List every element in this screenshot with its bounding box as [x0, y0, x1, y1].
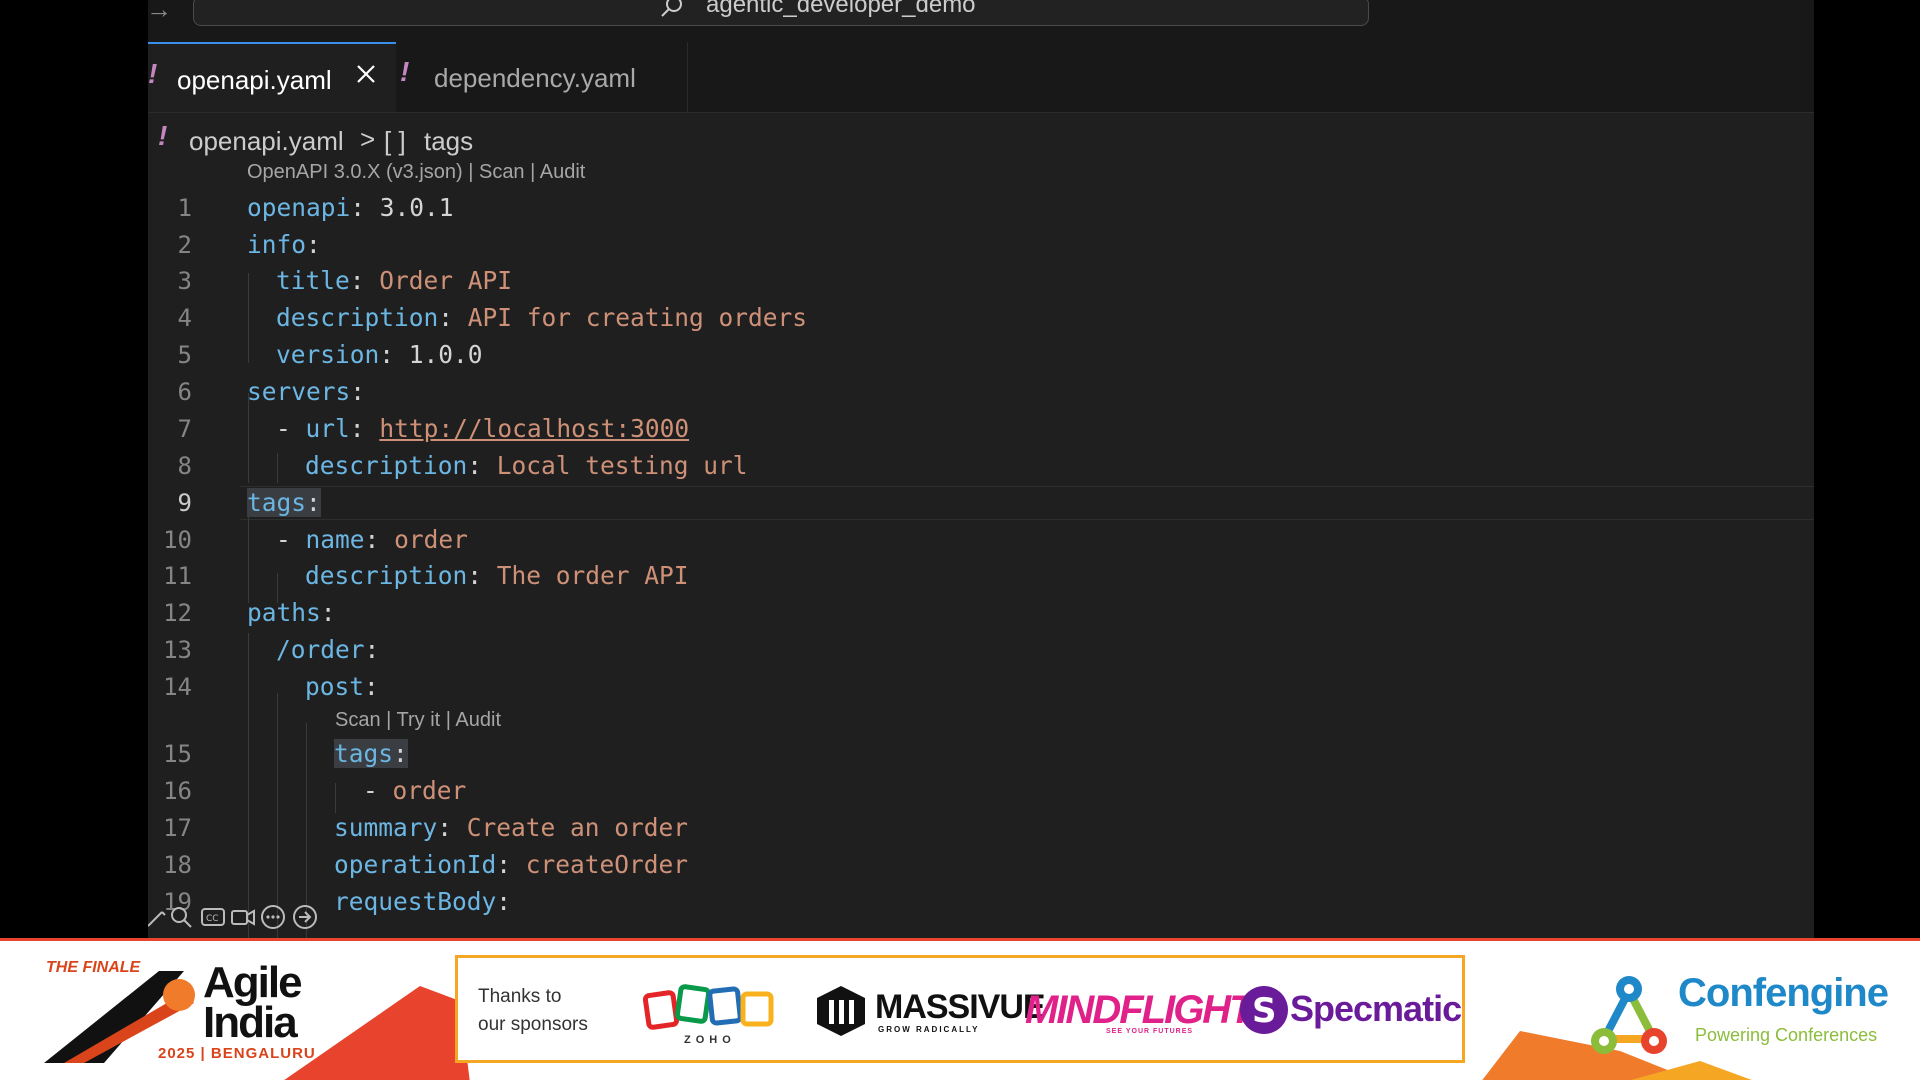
code-line: description: Local testing url: [305, 451, 748, 480]
confengine-wordmark: Confengine: [1678, 971, 1889, 1015]
event-year: 2025 | BENGALURU: [158, 1045, 316, 1062]
line-number: 17: [163, 814, 192, 842]
code-line: info:: [247, 230, 321, 259]
mindflight-wordmark: MINDFLIGHT7: [1025, 988, 1274, 1032]
line-number: 14: [163, 673, 192, 701]
line-number: 11: [163, 562, 192, 590]
code-editor-window: → agentic_developer_demo ! openapi.yaml …: [148, 0, 1814, 938]
code-line: title: Order API: [276, 266, 513, 295]
highlighted-tags-key: tags:: [247, 488, 321, 517]
line-number: 13: [163, 636, 192, 664]
camera-icon[interactable]: [230, 904, 256, 930]
indent-guide: [248, 513, 249, 603]
code-line: /order:: [276, 635, 380, 664]
mindflight-tagline: SEE YOUR FUTURES: [1106, 1028, 1194, 1035]
line-number: 6: [177, 378, 192, 406]
codelens-post-operation[interactable]: Scan | Try it | Audit: [335, 709, 501, 732]
line-number: 5: [177, 341, 192, 369]
thanks-text: our sponsors: [478, 1014, 588, 1035]
code-line: description: The order API: [305, 561, 689, 590]
indent-guide: [248, 273, 249, 363]
svg-text:S: S: [1252, 991, 1277, 1031]
more-icon[interactable]: [260, 904, 286, 930]
massivue-logo-icon: [817, 986, 865, 1036]
code-line: tags:: [334, 739, 408, 769]
code-area[interactable]: 1 2 3 4 5 6 7 8 9 10 11 12 13 14 15 16 1…: [148, 0, 1814, 938]
line-number: 8: [177, 452, 192, 480]
code-line-active: tags:: [247, 488, 321, 518]
sponsor-box: Thanks to our sponsors ZOHO MASSIVUE GRO…: [455, 955, 1465, 1063]
confengine-tagline: Powering Conferences: [1695, 1025, 1878, 1045]
line-number: 10: [163, 526, 192, 554]
code-line: requestBody:: [334, 887, 512, 916]
url-link[interactable]: http://localhost:3000: [379, 414, 689, 443]
indent-guide: [248, 633, 249, 938]
massivue-wordmark: MASSIVUE: [875, 988, 1046, 1026]
svg-text:CC: CC: [206, 914, 219, 924]
highlighted-tags-key: tags:: [334, 739, 408, 768]
massivue-tagline: GROW RADICALLY: [878, 1025, 980, 1034]
line-number: 15: [163, 740, 192, 768]
line-number: 3: [177, 267, 192, 295]
event-name-india: India: [203, 998, 298, 1047]
code-line: - name: order: [276, 525, 468, 554]
indent-guide: [277, 453, 278, 483]
forward-icon[interactable]: [292, 904, 318, 930]
code-line: openapi: 3.0.1: [247, 193, 454, 222]
code-line: summary: Create an order: [334, 813, 689, 842]
code-line: post:: [305, 672, 379, 701]
line-number: 4: [177, 304, 192, 332]
zoom-icon[interactable]: [168, 904, 194, 930]
specmatic-wordmark: Specmatic: [1290, 988, 1462, 1029]
line-number-active: 9: [177, 489, 192, 517]
line-number: 7: [177, 415, 192, 443]
code-line: - order: [363, 776, 467, 805]
code-line: version: 1.0.0: [276, 340, 483, 369]
line-number: 18: [163, 851, 192, 879]
video-player-toolbar: CC: [148, 904, 328, 934]
code-line: - url: http://localhost:3000: [276, 414, 690, 443]
codelens-openapi[interactable]: OpenAPI 3.0.X (v3.json) | Scan | Audit: [247, 161, 585, 184]
code-line: servers:: [247, 377, 366, 406]
event-name-agile: Agile: [203, 958, 303, 1007]
thanks-text: Thanks to: [478, 986, 562, 1007]
code-line: operationId: createOrder: [334, 850, 689, 879]
line-number: 1: [177, 194, 192, 222]
code-line: paths:: [247, 598, 336, 627]
specmatic-logo-icon: S: [1240, 986, 1288, 1034]
line-number: 16: [163, 777, 192, 805]
pencil-icon[interactable]: [148, 904, 170, 930]
indent-guide: [335, 783, 336, 813]
captions-icon[interactable]: CC: [200, 904, 226, 930]
indent-guide: [277, 693, 278, 938]
zoho-wordmark: ZOHO: [684, 1034, 736, 1046]
line-number: 12: [163, 599, 192, 627]
line-number: 2: [177, 231, 192, 259]
sponsor-banner: THE FINALE Agile India 2025 | BENGALURU …: [0, 938, 1920, 1080]
code-line: description: API for creating orders: [276, 303, 808, 332]
confengine-logo-icon: [1591, 976, 1667, 1054]
